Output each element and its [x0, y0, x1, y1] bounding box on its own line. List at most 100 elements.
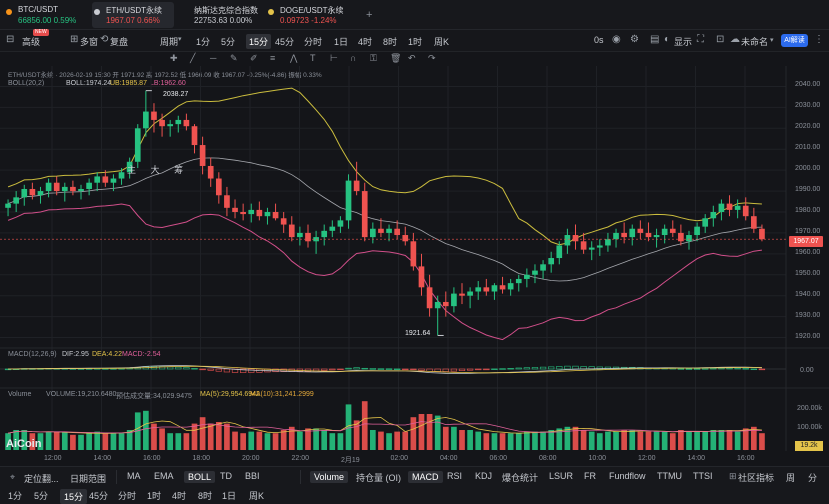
cursor-icon[interactable]: ✚ — [170, 53, 178, 64]
sub-indicator-tab[interactable]: Fundflow — [609, 471, 646, 481]
sub-indicator-tab[interactable]: RSI — [447, 471, 462, 481]
measure-icon[interactable]: ⊢ — [330, 53, 338, 64]
sub-indicator-tab[interactable]: TTSI — [693, 471, 713, 481]
symbol-tab-name: 纳斯达克综合指数 — [194, 6, 258, 15]
multi-window-icon: ⊞ — [70, 34, 79, 45]
camera-icon[interactable]: ◉ — [612, 34, 621, 45]
interval-button[interactable]: 1时 — [408, 35, 422, 48]
fullscreen-icon[interactable]: ⛶ — [697, 34, 704, 45]
redo-icon[interactable]: ↷ — [428, 53, 436, 64]
sub-indicator-tab[interactable]: 社区指标 — [738, 471, 774, 484]
symbol-tab[interactable]: ETH/USDT永续 1967.07 0.66% — [92, 2, 174, 28]
symbol-tab[interactable]: DOGE/USDT永续 0.09723 -1.24% — [266, 2, 348, 28]
symbol-tab-price: 0.09723 -1.24% — [280, 16, 337, 25]
interval-button[interactable]: 5分 — [221, 35, 235, 48]
sub-indicator-tab[interactable]: TTMU — [657, 471, 682, 481]
bottom-left-button[interactable]: 定位翻... — [24, 472, 59, 485]
main-indicator-tab[interactable]: EMA — [154, 471, 174, 481]
magnet-icon[interactable]: ∩ — [350, 53, 356, 63]
bottom-interval-button[interactable]: 5分 — [34, 489, 48, 502]
fib-icon[interactable]: ≡ — [270, 53, 275, 63]
advanced-button[interactable]: 高级 — [22, 35, 40, 48]
interval-button[interactable]: 45分 — [275, 35, 294, 48]
float-button-main[interactable]: 主 — [127, 165, 136, 175]
text-icon[interactable]: T — [310, 53, 316, 63]
add-tab-icon[interactable]: + — [366, 9, 372, 21]
settings-icon[interactable]: ⚙ — [630, 34, 639, 45]
display-button[interactable]: 显示 — [674, 35, 692, 48]
volume-bar — [426, 414, 433, 450]
sub-indicator-tab[interactable]: MACD — [408, 471, 443, 483]
bottom-interval-button[interactable]: 45分 — [89, 489, 108, 502]
interval-button[interactable]: 8时 — [383, 35, 397, 48]
bottom-right-week[interactable]: 周 — [786, 471, 795, 484]
volume-bar — [102, 433, 109, 450]
snapshot-icon[interactable]: ⊡ — [716, 34, 724, 45]
undo-icon[interactable]: ↶ — [408, 53, 416, 64]
volume-bar — [442, 426, 449, 450]
bottom-interval-button[interactable]: 15分 — [60, 489, 88, 504]
period-button[interactable]: 周期 — [160, 35, 178, 48]
time-axis-tick: 10:00 — [588, 455, 607, 462]
sub-indicator-tab[interactable]: Volume — [310, 471, 349, 483]
macd-dif-value: DIF:2.95 — [62, 351, 89, 358]
interval-button[interactable]: 分时 — [304, 35, 322, 48]
trash-icon[interactable]: 🗑 — [390, 53, 401, 64]
volume-bar — [734, 431, 741, 450]
symbol-tab[interactable]: BTC/USDT 66856.00 0.59% — [4, 2, 86, 28]
bottom-interval-button[interactable]: 分时 — [118, 489, 136, 502]
price-chart[interactable] — [0, 66, 829, 466]
bottom-interval-button[interactable]: 4时 — [172, 489, 186, 502]
bottom-left-button[interactable]: 日期范围 — [70, 472, 106, 485]
candle — [143, 90, 149, 137]
pattern-icon[interactable]: ⋀ — [290, 53, 297, 64]
main-indicator-tab[interactable]: BBI — [245, 471, 260, 481]
sub-indicator-tab[interactable]: 爆仓统计 — [502, 471, 538, 484]
candle-body — [329, 226, 336, 231]
float-button-chips[interactable]: 筹 — [174, 165, 183, 175]
panel-toggle-icon[interactable]: ⊟ — [6, 34, 14, 45]
sub-indicator-tab[interactable]: 持仓量 (OI) — [356, 471, 401, 484]
main-indicator-tab[interactable]: MA — [127, 471, 141, 481]
horizontal-line-icon[interactable]: ─ — [210, 53, 216, 63]
volume-bar — [402, 431, 409, 450]
locate-icon[interactable]: ⌖ — [10, 472, 15, 483]
bottom-interval-button[interactable]: 周K — [249, 489, 264, 502]
symbol-tab-change: 0.59% — [53, 16, 77, 25]
template-name[interactable]: 未命名 — [741, 35, 768, 48]
brush-icon[interactable]: ✐ — [250, 53, 258, 64]
replay-button[interactable]: 复盘 — [110, 35, 128, 48]
bottom-interval-button[interactable]: 1时 — [147, 489, 161, 502]
volume-bar — [224, 423, 230, 450]
bottom-interval-button[interactable]: 1日 — [222, 489, 236, 502]
main-indicator-tab[interactable]: TD — [220, 471, 232, 481]
interval-button[interactable]: 1分 — [196, 35, 210, 48]
pen-icon[interactable]: ✎ — [230, 53, 238, 64]
candle — [272, 203, 279, 221]
main-indicator-tab[interactable]: BOLL — [184, 471, 216, 483]
candle-body — [434, 301, 441, 309]
symbol-tab-last: 1967.07 — [106, 16, 135, 25]
lock-icon[interactable]: ⚿ — [370, 53, 377, 64]
volume-bar — [475, 431, 482, 450]
time-axis-tick: 18:00 — [192, 455, 211, 462]
interval-button[interactable]: 15分 — [246, 34, 272, 49]
trendline-icon[interactable]: ╱ — [190, 53, 195, 64]
sub-indicator-tab[interactable]: KDJ — [475, 471, 492, 481]
interval-button[interactable]: 周K — [434, 35, 449, 48]
bottom-interval-button[interactable]: 1分 — [8, 489, 22, 502]
multi-window-button[interactable]: 多窗 — [80, 35, 98, 48]
interval-button[interactable]: 1日 — [334, 35, 348, 48]
bottom-right-minute[interactable]: 分 — [808, 471, 817, 484]
float-button-big[interactable]: 大 — [151, 165, 160, 175]
ai-analysis-button[interactable]: AI解读 — [781, 34, 808, 47]
interval-button[interactable]: 4时 — [358, 35, 372, 48]
bottom-interval-button[interactable]: 8时 — [198, 489, 212, 502]
sub-indicator-tab[interactable]: FR — [584, 471, 596, 481]
volume-legend-name[interactable]: Volume — [8, 391, 31, 398]
macd-legend-name[interactable]: MACD(12,26,9) — [8, 351, 57, 358]
symbol-tab[interactable]: 纳斯达克综合指数 22753.63 0.00% — [180, 2, 262, 28]
sub-indicator-tab[interactable]: LSUR — [549, 471, 573, 481]
layout-icon[interactable]: ▤ — [650, 34, 659, 45]
more-icon[interactable]: ⋮ — [814, 34, 824, 45]
